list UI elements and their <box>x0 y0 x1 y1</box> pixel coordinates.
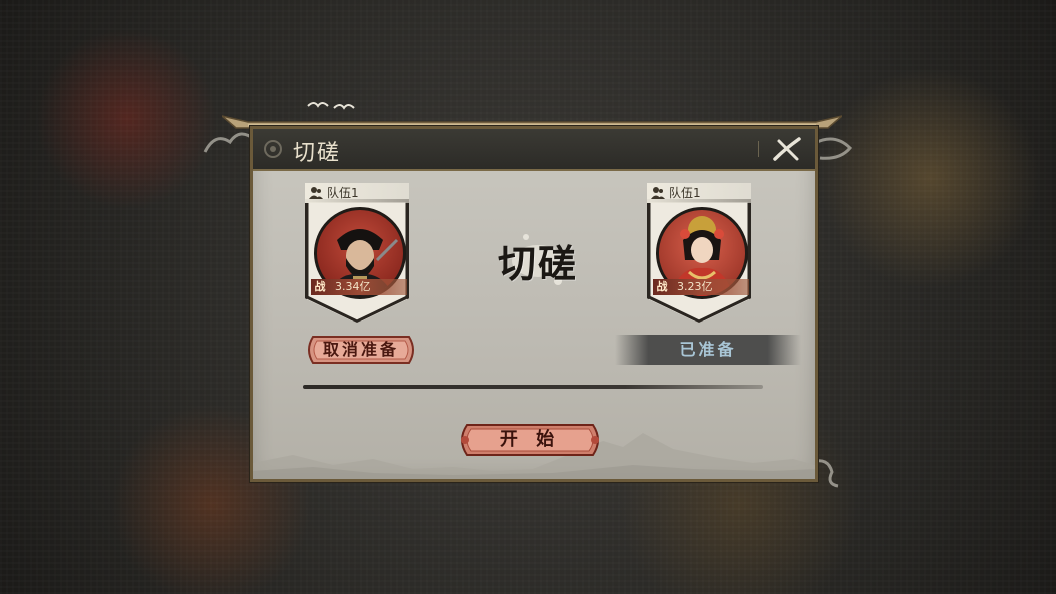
dialog-title-bar: 切磋 <box>253 129 815 171</box>
power-value: 3.23亿 <box>677 280 713 293</box>
duel-title: 切磋 <box>497 241 578 286</box>
combat-power-bar: 战 3.34亿 <box>311 279 407 295</box>
user-icon <box>309 187 323 199</box>
team-label: 队伍1 <box>669 186 701 200</box>
swirl-ornament-icon <box>264 140 282 158</box>
team-tag: 队伍1 <box>305 183 409 203</box>
power-value: 3.34亿 <box>335 280 371 293</box>
section-divider <box>303 385 763 389</box>
title-divider <box>758 141 759 157</box>
dialog-title: 切磋 <box>293 141 342 166</box>
ready-status-label: 已准备 <box>679 340 737 359</box>
start-button[interactable]: 开 始 <box>457 423 603 457</box>
combat-power-bar: 战 3.23亿 <box>653 279 749 295</box>
power-badge: 战 <box>314 280 326 293</box>
player-card-left: 队伍1 战 3.34亿 <box>303 183 413 323</box>
pvp-duel-dialog: 切磋 队伍1 战 3.34亿 队伍1 战 3.23亿 切磋 取消准备 已准备 开… <box>250 126 818 482</box>
close-button[interactable] <box>771 135 803 163</box>
cancel-ready-button[interactable]: 取消准备 <box>305 335 417 365</box>
team-label: 队伍1 <box>327 186 359 200</box>
user-icon <box>651 187 665 199</box>
player-card-right: 队伍1 战 3.23亿 <box>645 183 755 323</box>
ready-status-badge: 已准备 <box>615 335 801 365</box>
power-badge: 战 <box>656 280 668 293</box>
team-tag: 队伍1 <box>647 183 751 203</box>
start-button-label: 开 始 <box>499 429 561 450</box>
cancel-ready-label: 取消准备 <box>322 340 399 359</box>
